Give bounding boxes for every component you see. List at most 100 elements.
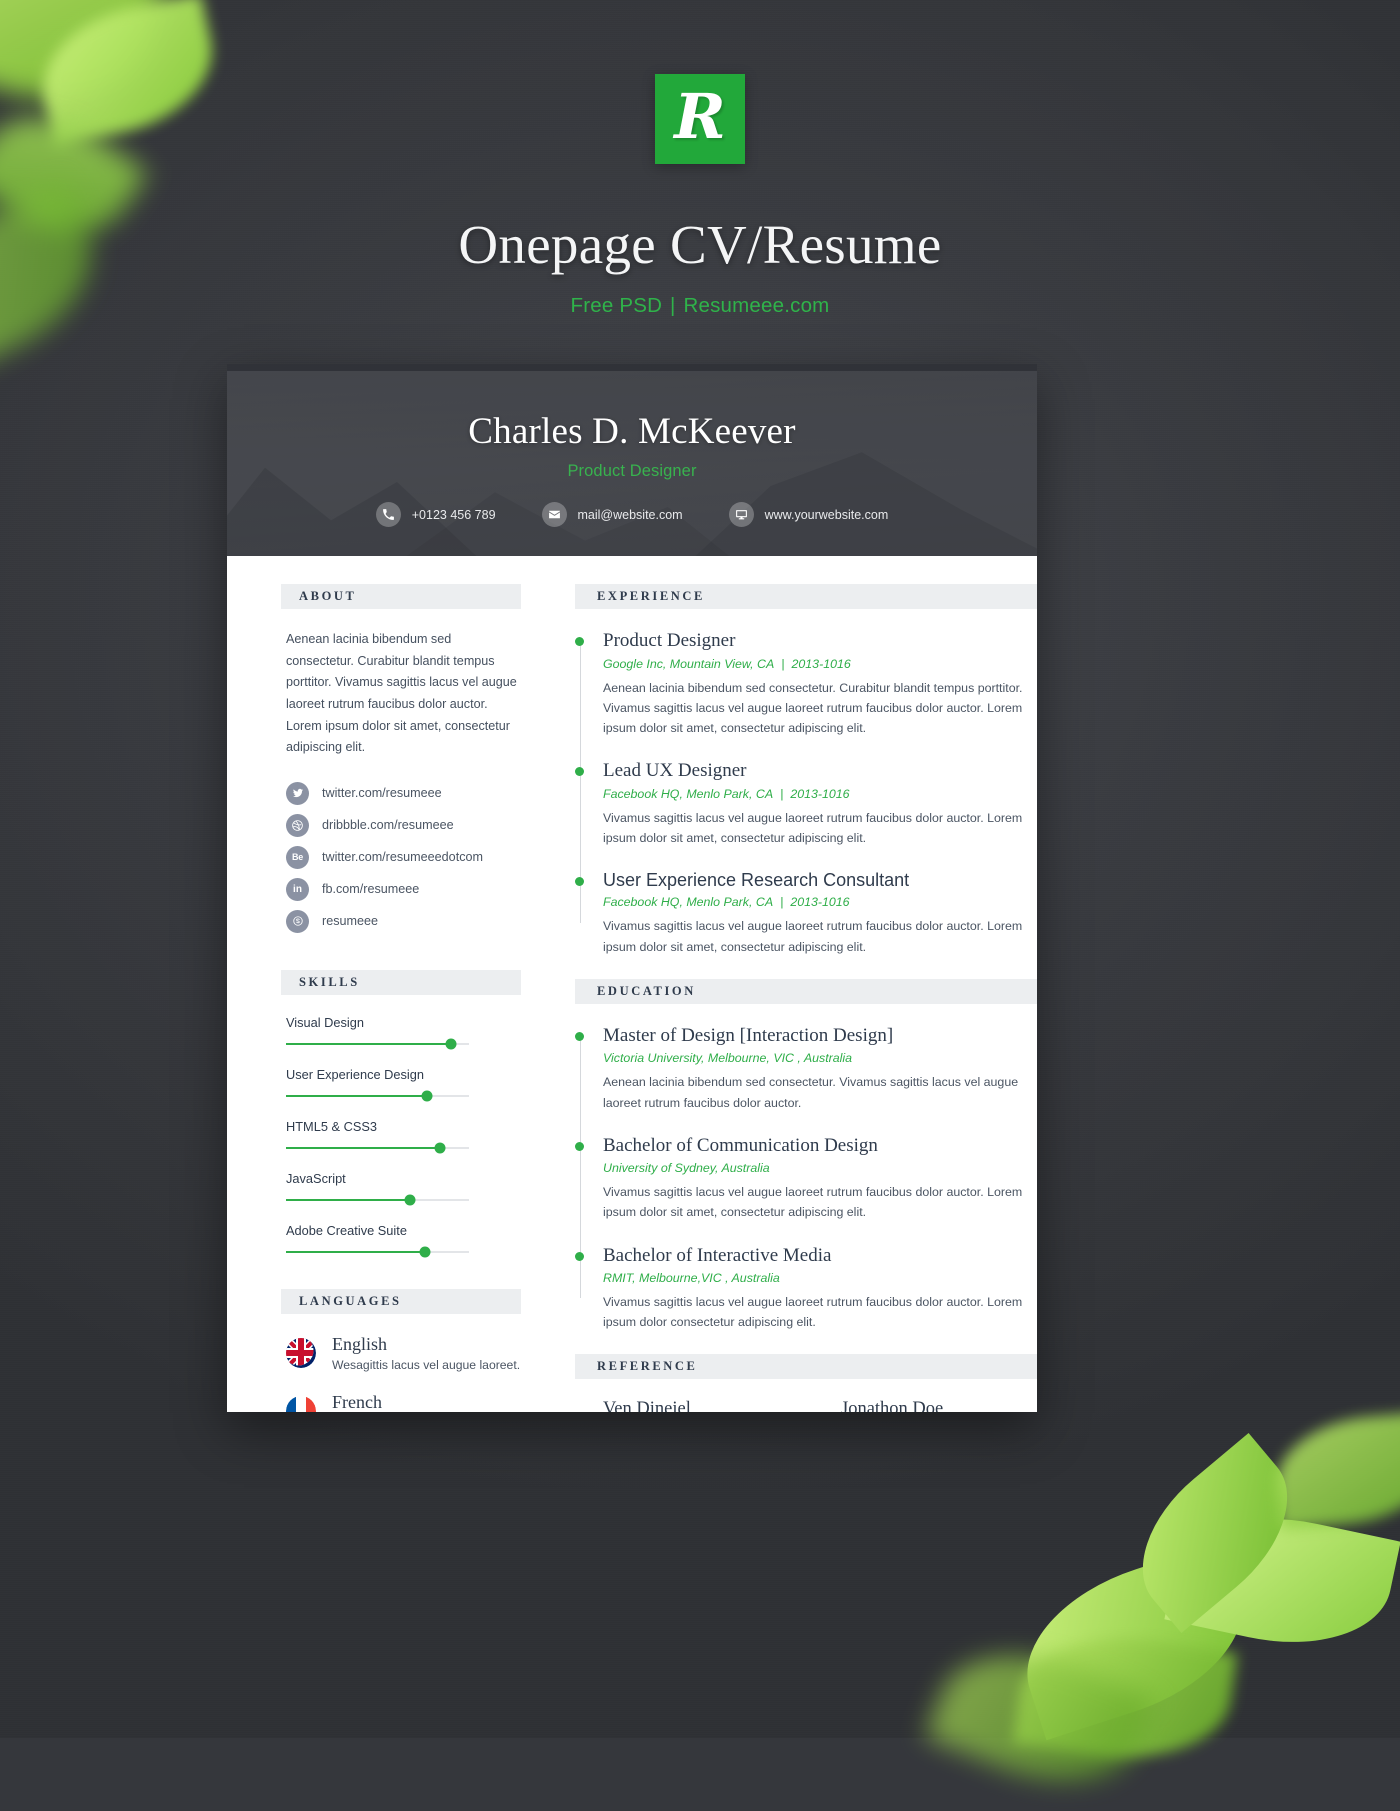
section-header-about: ABOUT: [281, 584, 521, 609]
about-heading: ABOUT: [299, 589, 357, 603]
skill-item: User Experience Design: [286, 1066, 517, 1102]
skill-knob[interactable]: [404, 1194, 416, 1206]
education-title: Bachelor of Interactive Media: [603, 1244, 832, 1266]
experience-meta: Facebook HQ, Menlo Park, CA | 2013-1016: [603, 895, 1037, 909]
experience-entry: Lead UX Designer Facebook HQ, Menlo Park…: [575, 759, 1037, 848]
skill-knob[interactable]: [421, 1090, 433, 1102]
section-header-experience: EXPERIENCE: [575, 584, 1037, 609]
social-link-dribbble[interactable]: dribbble.com/resumeee: [286, 813, 521, 837]
skill-item: Visual Design: [286, 1014, 517, 1050]
education-title: Bachelor of Communication Design: [603, 1134, 878, 1156]
skill-slider[interactable]: [286, 1142, 469, 1154]
social-behance-text: twitter.com/resumeeedotcom: [322, 850, 483, 865]
section-header-education: EDUCATION: [575, 978, 1037, 1004]
about-text: Aenean lacinia bibendum sed consectetur.…: [286, 632, 517, 755]
skype-icon: [286, 909, 309, 933]
candidate-name: Charles D. McKeever: [468, 411, 796, 452]
education-desc: Aenean lacinia bibendum sed consectetur.…: [603, 1075, 1019, 1110]
page-subtitle: Free PSD | Resumeee.com: [0, 294, 1400, 318]
dribbble-icon: [286, 813, 309, 837]
social-dribbble-text: dribbble.com/resumeee: [322, 818, 454, 833]
uk-flag-icon: [286, 1337, 316, 1368]
education-org: Victoria University, Melbourne, VIC , Au…: [603, 1051, 853, 1066]
subtitle-site: Resumeee.com: [683, 293, 830, 317]
resumeee-logo: R: [655, 74, 745, 164]
experience-desc: Aenean lacinia bibendum sed consectetur.…: [603, 680, 1023, 735]
social-linkedin-text: fb.com/resumeee: [322, 882, 420, 897]
reference-name: Ven Dineiel: [603, 1399, 691, 1412]
experience-desc: Vivamus sagittis lacus vel augue laoreet…: [603, 810, 1023, 845]
education-title: Master of Design [Interaction Design]: [603, 1024, 894, 1046]
logo-letter: R: [674, 80, 726, 153]
social-twitter-text: twitter.com/resumeee: [322, 786, 442, 801]
timeline-dot-icon: [575, 1141, 584, 1151]
language-item-french: French sagittis lacus vel augue laoreet: [286, 1392, 521, 1412]
skill-item: JavaScript: [286, 1171, 517, 1206]
experience-org: Facebook HQ, Menlo Park, CA: [603, 895, 774, 910]
language-item-english: English Wesagittis lacus vel augue laore…: [286, 1334, 521, 1372]
skill-knob[interactable]: [434, 1142, 446, 1154]
reference-item: Ven Dineiel Founder|Creative Inc Wesagit…: [603, 1399, 805, 1412]
social-link-linkedin[interactable]: in fb.com/resumeee: [286, 877, 521, 901]
page-title: Onepage CV/Resume: [458, 214, 942, 275]
skill-slider[interactable]: [286, 1090, 469, 1102]
social-link-skype[interactable]: resumeee: [286, 909, 521, 933]
contact-row: +0123 456 789 mail@website.com www.yourw…: [227, 502, 1037, 527]
linkedin-icon: in: [286, 877, 309, 901]
contact-email-text: mail@website.com: [577, 507, 683, 522]
language-desc: Wesagittis lacus vel augue laoreet.: [332, 1357, 521, 1372]
skill-fill: [286, 1042, 451, 1045]
experience-entry: User Experience Research Consultant Face…: [575, 869, 1037, 957]
education-entry: Bachelor of Communication Design Univers…: [575, 1134, 1037, 1223]
section-header-languages: LANGUAGES: [281, 1288, 521, 1314]
skill-item: HTML5 & CSS3: [286, 1118, 517, 1154]
social-skype-text: resumeee: [322, 914, 379, 929]
experience-dates: 2013-1016: [790, 786, 850, 801]
experience-heading: EXPERIENCE: [597, 589, 705, 603]
social-links-list: twitter.com/resumeee dribbble.com/resume…: [281, 781, 521, 933]
subtitle-free-psd: Free PSD: [570, 293, 663, 317]
skill-knob[interactable]: [419, 1246, 431, 1258]
skill-label: User Experience Design: [286, 1066, 424, 1082]
education-desc: Vivamus sagittis lacus vel augue laoreet…: [603, 1295, 1023, 1330]
education-org: RMIT, Melbourne,VIC , Australia: [603, 1271, 780, 1286]
skill-fill: [286, 1094, 427, 1097]
skill-fill: [286, 1250, 426, 1253]
experience-title: Lead UX Designer: [603, 760, 747, 782]
skill-label: Visual Design: [286, 1014, 365, 1030]
branding-block: R Onepage CV/Resume Free PSD | Resumeee.…: [0, 74, 1400, 318]
section-header-reference: REFERENCE: [575, 1354, 1037, 1380]
social-link-twitter[interactable]: twitter.com/resumeee: [286, 781, 521, 805]
reference-heading: REFERENCE: [597, 1359, 698, 1374]
skill-item: Adobe Creative Suite: [286, 1223, 517, 1258]
meta-separator: |: [780, 786, 784, 801]
contact-website-text: www.yourwebsite.com: [764, 507, 889, 522]
experience-meta: Facebook HQ, Menlo Park, CA | 2013-1016: [603, 787, 1037, 801]
skill-slider[interactable]: [286, 1038, 469, 1050]
education-entry: Master of Design [Interaction Design] Vi…: [575, 1024, 1037, 1113]
phone-icon: [375, 502, 401, 527]
language-name: English: [332, 1333, 388, 1354]
subtitle-separator: |: [670, 293, 676, 317]
timeline-dot-icon: [575, 1251, 584, 1261]
languages-list: English Wesagittis lacus vel augue laore…: [281, 1334, 521, 1412]
skill-knob[interactable]: [445, 1038, 457, 1050]
twitter-icon: [286, 781, 309, 805]
timeline-dot-icon: [575, 1031, 584, 1041]
contact-email[interactable]: mail@website.com: [541, 502, 683, 527]
social-link-behance[interactable]: Be twitter.com/resumeeedotcom: [286, 845, 521, 869]
experience-title: User Experience Research Consultant: [603, 869, 910, 890]
contact-phone[interactable]: +0123 456 789: [375, 502, 496, 527]
skill-label: HTML5 & CSS3: [286, 1118, 378, 1134]
meta-separator: |: [780, 895, 784, 910]
skills-list: Visual Design User Experience Design HTM…: [281, 1014, 521, 1258]
skill-slider[interactable]: [286, 1194, 469, 1206]
experience-dates: 2013-1016: [790, 895, 850, 910]
resume-card: Charles D. McKeever Product Designer +01…: [227, 364, 1037, 1412]
contact-website[interactable]: www.yourwebsite.com: [728, 502, 889, 527]
education-org: University of Sydney, Australia: [603, 1161, 770, 1176]
resume-main: EXPERIENCE Product Designer Google Inc, …: [575, 584, 1037, 1412]
education-entry: Bachelor of Interactive Media RMIT, Melb…: [575, 1244, 1037, 1333]
france-flag-icon: [286, 1395, 316, 1412]
skill-slider[interactable]: [286, 1246, 469, 1258]
